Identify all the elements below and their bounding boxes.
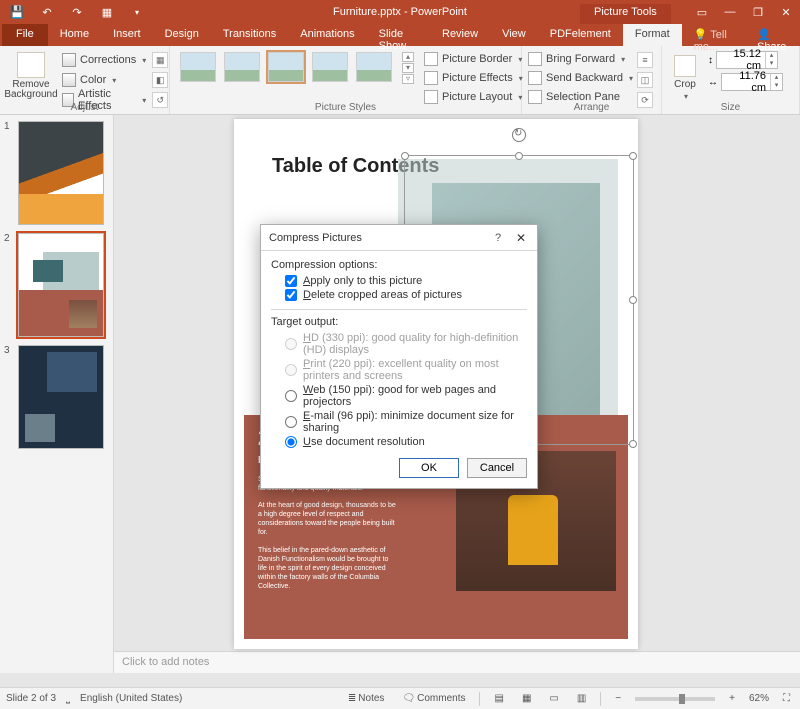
- delete-cropped-label: Delete cropped areas of pictures: [303, 289, 462, 301]
- comments-button[interactable]: 🗨 Comments: [398, 693, 469, 704]
- dialog-backdrop: Compress Pictures ? ✕ Compression option…: [0, 0, 800, 709]
- apply-only-label: Apply only to this picture: [303, 275, 422, 287]
- comments-label: Comments: [417, 693, 465, 704]
- hd-label: HD (330 ppi): good quality for high-defi…: [303, 332, 527, 356]
- slideshow-view-icon[interactable]: ▥: [573, 693, 590, 704]
- slide-indicator[interactable]: Slide 2 of 3: [6, 693, 56, 704]
- email-label: E-mail (96 ppi): minimize document size …: [303, 410, 527, 434]
- cancel-button[interactable]: Cancel: [467, 458, 527, 478]
- dialog-title-bar[interactable]: Compress Pictures ? ✕: [261, 225, 537, 251]
- notes-button[interactable]: ≣ Notes: [344, 693, 389, 704]
- checkbox-input[interactable]: [285, 275, 297, 287]
- target-output-label: Target output:: [271, 316, 527, 328]
- sorter-view-icon[interactable]: ▦: [518, 693, 535, 704]
- reading-view-icon[interactable]: ▭: [545, 693, 562, 704]
- print-label: Print (220 ppi): excellent quality on mo…: [303, 358, 527, 382]
- checkbox-input[interactable]: [285, 289, 297, 301]
- radio-input[interactable]: [285, 416, 297, 428]
- compression-options-label: Compression options:: [271, 259, 527, 271]
- notes-label: Notes: [358, 693, 384, 704]
- hd-radio: HD (330 ppi): good quality for high-defi…: [285, 332, 527, 356]
- zoom-out-icon[interactable]: −: [611, 693, 625, 704]
- normal-view-icon[interactable]: ▤: [490, 693, 507, 704]
- fit-to-window-icon[interactable]: ⛶: [779, 693, 794, 704]
- print-radio: Print (220 ppi): excellent quality on mo…: [285, 358, 527, 382]
- zoom-slider[interactable]: [635, 697, 715, 701]
- status-bar: Slide 2 of 3 ⎵ English (United States) ≣…: [0, 687, 800, 709]
- dialog-title: Compress Pictures: [269, 232, 362, 244]
- ok-button[interactable]: OK: [399, 458, 459, 478]
- radio-input: [285, 338, 297, 350]
- language-indicator[interactable]: English (United States): [80, 693, 182, 704]
- zoom-in-icon[interactable]: +: [725, 693, 739, 704]
- web-radio[interactable]: Web (150 ppi): good for web pages and pr…: [285, 384, 527, 408]
- docres-label: Use document resolution: [303, 436, 425, 448]
- doc-resolution-radio[interactable]: Use document resolution: [285, 436, 527, 448]
- dialog-help-icon[interactable]: ?: [489, 229, 507, 247]
- radio-input: [285, 364, 297, 376]
- radio-input[interactable]: [285, 436, 297, 448]
- zoom-level[interactable]: 62%: [749, 693, 769, 704]
- zoom-slider-knob[interactable]: [679, 694, 685, 704]
- web-label: Web (150 ppi): good for web pages and pr…: [303, 384, 527, 408]
- delete-cropped-checkbox[interactable]: Delete cropped areas of pictures: [285, 289, 527, 301]
- apply-only-checkbox[interactable]: Apply only to this picture: [285, 275, 527, 287]
- email-radio[interactable]: E-mail (96 ppi): minimize document size …: [285, 410, 527, 434]
- spellcheck-icon[interactable]: ⎵: [66, 693, 70, 704]
- dialog-close-icon[interactable]: ✕: [511, 229, 531, 247]
- radio-input[interactable]: [285, 390, 297, 402]
- compress-pictures-dialog: Compress Pictures ? ✕ Compression option…: [260, 224, 538, 489]
